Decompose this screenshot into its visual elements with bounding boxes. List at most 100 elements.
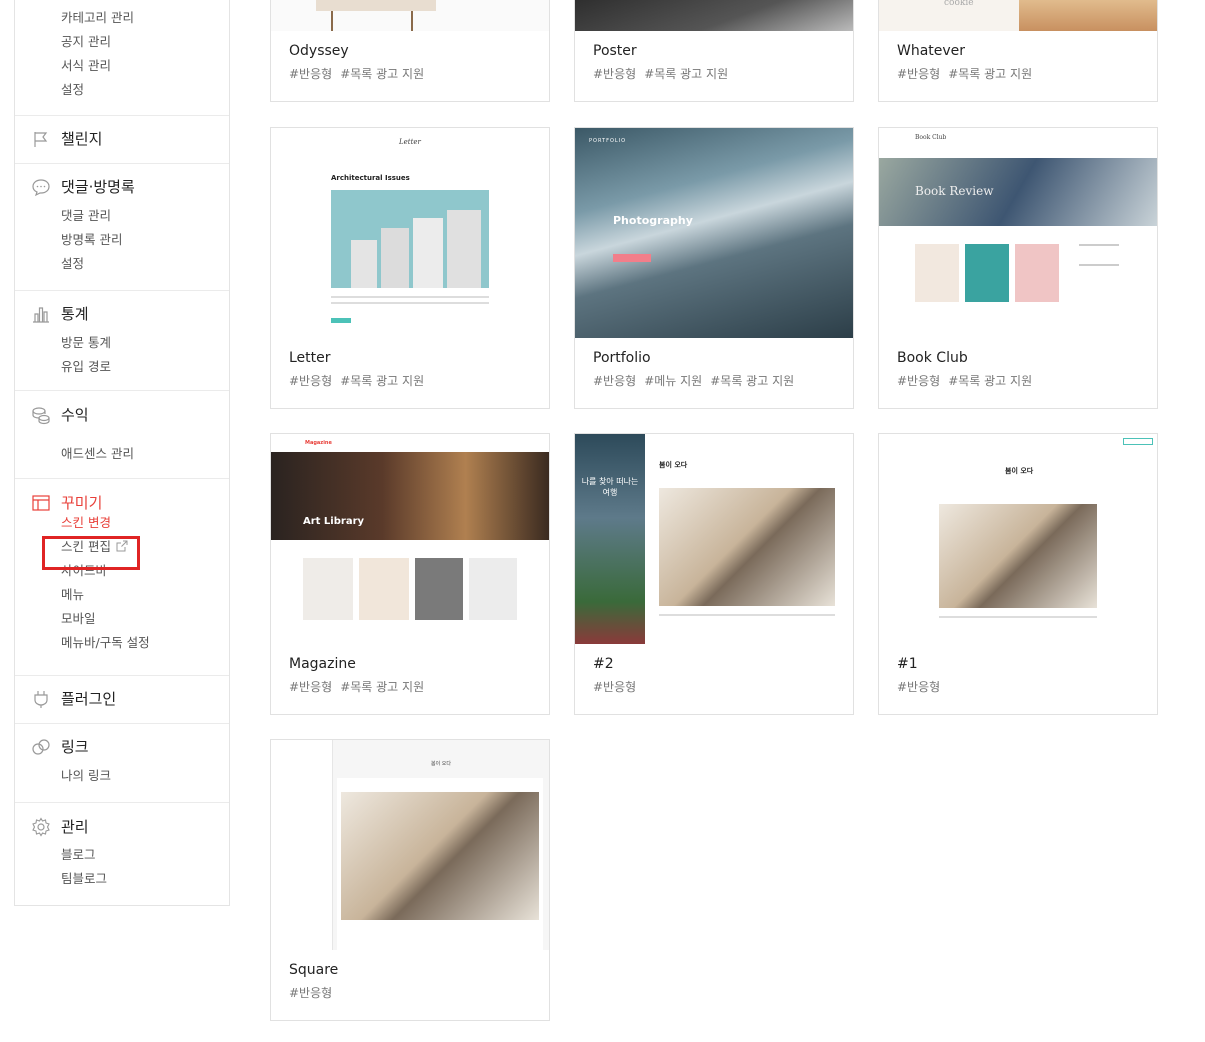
- sidebar-item-guestbook-manage[interactable]: 방명록 관리: [61, 229, 122, 248]
- sidebar-item-category[interactable]: 카테고리 관리: [61, 7, 134, 26]
- skin-name: #1: [897, 656, 918, 672]
- skin-tag: #목록 광고 지원: [948, 67, 1033, 81]
- sidebar-item-manage[interactable]: 관리: [31, 816, 89, 837]
- skin-tags: #반응형: [289, 984, 340, 1001]
- sidebar-item-referrer[interactable]: 유입 경로: [61, 356, 111, 375]
- sidebar-item-link[interactable]: 링크: [31, 736, 89, 757]
- skin-tag: #반응형: [593, 67, 637, 81]
- sidebar-section-stats: 통계 방문 통계 유입 경로: [15, 291, 229, 391]
- thumb-heading: Art Library: [303, 516, 365, 527]
- skin-card-square[interactable]: 봄이 오다 Square #반응형: [270, 739, 550, 1021]
- coins-icon: [32, 406, 50, 424]
- sidebar-item-mobile[interactable]: 모바일: [61, 608, 96, 627]
- skin-tag: #목록 광고 지원: [340, 680, 425, 694]
- skin-card-whatever[interactable]: cookie Whatever #반응형 #목록 광고 지원: [878, 0, 1158, 102]
- sidebar-section-decorate: 꾸미기 스킨 변경 스킨 편집 사이드바 메뉴 모바일 메뉴바/구독 설정: [15, 479, 229, 676]
- sidebar-item-blog[interactable]: 블로그: [61, 844, 96, 863]
- sidebar: 카테고리 관리 공지 관리 서식 관리 설정 챌린지 댓글·방명록 댓글 관리 …: [14, 0, 230, 906]
- speech-bubble-icon: [32, 178, 50, 196]
- skin-thumb-1: 봄이 오다: [879, 434, 1157, 644]
- thumb-heading: 봄이 오다: [659, 461, 688, 469]
- skin-tag: #반응형: [289, 986, 333, 1000]
- sidebar-item-team-blog[interactable]: 팀블로그: [61, 868, 107, 887]
- layout-icon: [32, 494, 50, 511]
- thumb-heading: Photography: [613, 214, 693, 227]
- thumb-heading: 봄이 오다: [1005, 467, 1034, 475]
- revenue-title: 수익: [61, 406, 89, 424]
- sidebar-item-stats[interactable]: 통계: [31, 303, 89, 324]
- sidebar-item-revenue[interactable]: 수익: [31, 404, 89, 425]
- sidebar-item-comment-settings[interactable]: 설정: [61, 253, 84, 272]
- sidebar-item-template[interactable]: 서식 관리: [61, 55, 111, 74]
- sidebar-item-visit-stats[interactable]: 방문 통계: [61, 332, 111, 351]
- bar-chart-icon: [33, 306, 49, 323]
- sidebar-item-skin-change[interactable]: 스킨 변경: [61, 512, 111, 531]
- skin-tag: #목록 광고 지원: [644, 67, 729, 81]
- flag-icon: [34, 131, 48, 147]
- sidebar-item-settings[interactable]: 설정: [61, 79, 84, 98]
- skin-tags: #반응형 #목록 광고 지원: [289, 678, 432, 695]
- sidebar-item-my-links[interactable]: 나의 링크: [61, 765, 111, 784]
- decorate-title: 꾸미기: [61, 494, 103, 512]
- skin-thumb-square: 봄이 오다: [271, 740, 549, 950]
- skin-tag: #반응형: [289, 374, 333, 388]
- skin-tag: #목록 광고 지원: [710, 374, 795, 388]
- skin-tags: #반응형 #메뉴 지원 #목록 광고 지원: [593, 372, 802, 389]
- skin-thumb-2: 나를 찾아 떠나는 여행 봄이 오다: [575, 434, 853, 644]
- skin-tag: #메뉴 지원: [644, 374, 703, 388]
- skin-name: Odyssey: [289, 43, 349, 59]
- skin-tag: #반응형: [289, 67, 333, 81]
- sidebar-item-comment-manage[interactable]: 댓글 관리: [61, 205, 111, 224]
- skin-card-magazine[interactable]: Magazine Art Library Magazine #반응형 #목록 광고…: [270, 433, 550, 715]
- skin-thumb-odyssey: [271, 0, 549, 31]
- sidebar-item-menubar[interactable]: 메뉴바/구독 설정: [61, 632, 150, 651]
- skin-tag: #반응형: [897, 680, 941, 694]
- sidebar-section-blog: 카테고리 관리 공지 관리 서식 관리 설정: [15, 0, 229, 116]
- skin-tag: #반응형: [289, 680, 333, 694]
- skin-thumb-book-club: Book Club Book Review: [879, 128, 1157, 338]
- skin-card-letter[interactable]: Letter Architectural Issues Letter #반응형 #…: [270, 127, 550, 409]
- skin-name: Whatever: [897, 43, 966, 59]
- skin-tags: #반응형 #목록 광고 지원: [289, 65, 432, 82]
- skin-tag: #목록 광고 지원: [340, 67, 425, 81]
- thumb-text: cookie: [944, 0, 974, 8]
- skin-name: #2: [593, 656, 614, 672]
- challenge-title: 챌린지: [61, 130, 103, 148]
- sidebar-item-challenge[interactable]: 챌린지: [31, 128, 102, 149]
- skin-card-book-club[interactable]: Book Club Book Review Book Club #반응형 #목록 …: [878, 127, 1158, 409]
- sidebar-item-adsense[interactable]: 애드센스 관리: [61, 443, 134, 462]
- skin-card-2[interactable]: 나를 찾아 떠나는 여행 봄이 오다 #2 #반응형: [574, 433, 854, 715]
- skin-card-1[interactable]: 봄이 오다 #1 #반응형: [878, 433, 1158, 715]
- thumb-logo: PORTFOLIO: [589, 138, 627, 144]
- skin-tags: #반응형 #목록 광고 지원: [289, 372, 432, 389]
- skin-thumb-portfolio: PORTFOLIO Photography: [575, 128, 853, 338]
- sidebar-item-comments[interactable]: 댓글·방명록: [31, 176, 135, 197]
- sidebar-item-plugin[interactable]: 플러그인: [31, 688, 116, 709]
- skin-edit-highlight: [42, 536, 140, 570]
- thumb-logo: Magazine: [305, 440, 332, 446]
- plug-icon: [34, 690, 48, 708]
- skin-tags: #반응형 #목록 광고 지원: [897, 65, 1040, 82]
- manage-title: 관리: [61, 818, 89, 836]
- sidebar-section-manage: 관리 블로그 팀블로그: [15, 803, 229, 906]
- skin-thumb-letter: Letter Architectural Issues: [271, 128, 549, 338]
- skin-tag: #반응형: [897, 67, 941, 81]
- skin-tag: #반응형: [593, 680, 637, 694]
- sidebar-item-notice[interactable]: 공지 관리: [61, 31, 111, 50]
- sidebar-item-menu[interactable]: 메뉴: [61, 584, 84, 603]
- link-title: 링크: [61, 738, 89, 756]
- skin-name: Book Club: [897, 350, 968, 366]
- skin-card-poster[interactable]: Poster #반응형 #목록 광고 지원: [574, 0, 854, 102]
- thumb-logo: Letter: [399, 138, 421, 146]
- skin-card-portfolio[interactable]: PORTFOLIO Photography Portfolio #반응형 #메뉴 …: [574, 127, 854, 409]
- skin-name: Poster: [593, 43, 637, 59]
- skin-card-odyssey[interactable]: Odyssey #반응형 #목록 광고 지원: [270, 0, 550, 102]
- skin-tags: #반응형 #목록 광고 지원: [897, 372, 1040, 389]
- sidebar-item-decorate[interactable]: 꾸미기: [31, 492, 102, 513]
- thumb-heading: Book Review: [915, 184, 994, 198]
- sidebar-section-plugin: 플러그인: [15, 676, 229, 724]
- stats-title: 통계: [61, 305, 89, 323]
- comments-title: 댓글·방명록: [61, 178, 135, 196]
- skin-tag: #반응형: [593, 374, 637, 388]
- skin-name: Magazine: [289, 656, 356, 672]
